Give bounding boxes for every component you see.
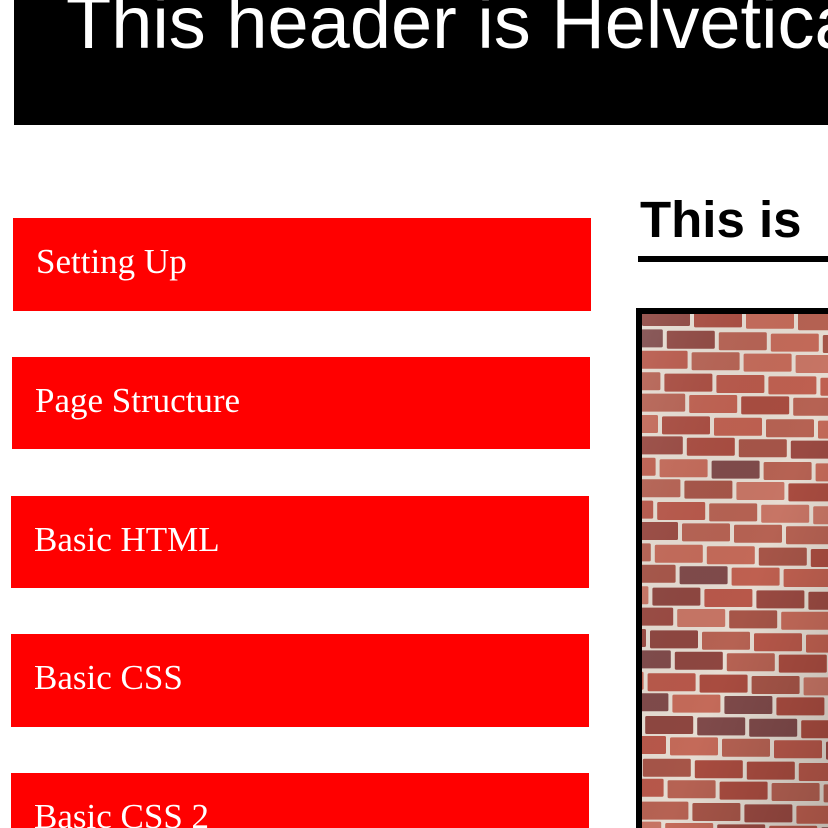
sidebar-nav: Setting Up Page Structure Basic HTML Bas… (0, 0, 600, 828)
nav-item-label: Basic CSS (34, 658, 183, 697)
nav-item-label: Page Structure (35, 381, 241, 420)
page-viewport: This header is Helvetica Setting Up Page… (0, 0, 828, 828)
nav-item-basic-css-2[interactable]: Basic CSS 2 (11, 773, 589, 828)
nav-item-label: Basic CSS 2 (34, 797, 210, 828)
nav-item-page-structure[interactable]: Page Structure (12, 357, 590, 449)
nav-item-label: Setting Up (36, 242, 187, 281)
nav-item-label: Basic HTML (34, 520, 220, 559)
heading-underline (638, 256, 828, 262)
photo-shading (642, 314, 828, 828)
main-heading: This is (640, 191, 802, 248)
nav-item-basic-html[interactable]: Basic HTML (11, 496, 589, 588)
brick-wall-photo (642, 314, 828, 828)
brick-wall-image (636, 308, 828, 828)
nav-item-basic-css[interactable]: Basic CSS (11, 634, 589, 727)
nav-item-setting-up[interactable]: Setting Up (13, 218, 591, 311)
